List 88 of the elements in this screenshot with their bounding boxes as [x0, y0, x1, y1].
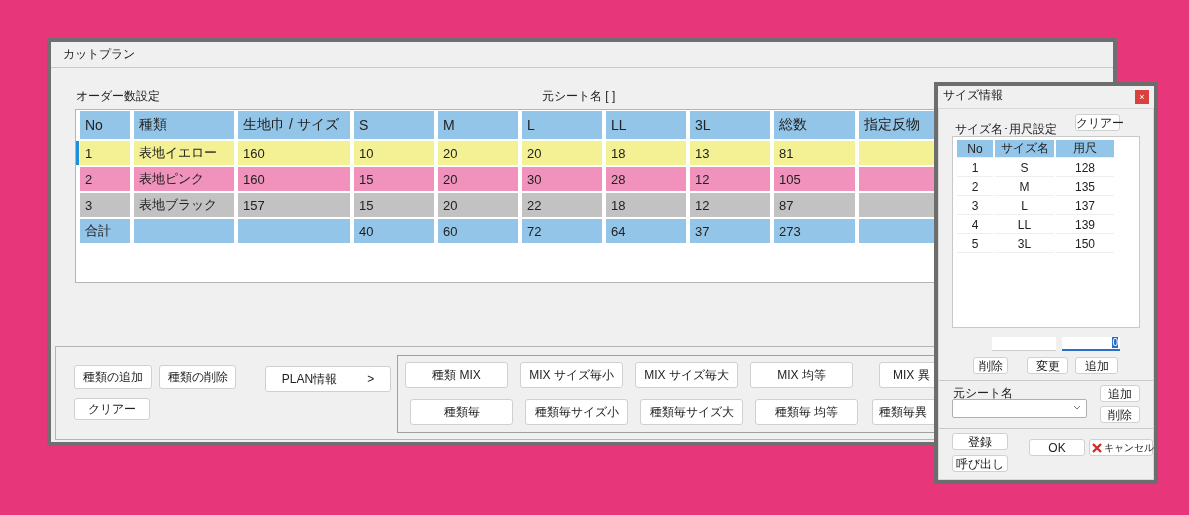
- register-button[interactable]: 登録: [952, 433, 1008, 450]
- plan-info-button[interactable]: PLAN情報 >: [265, 366, 391, 392]
- mix-button[interactable]: 種類 MIX: [405, 362, 508, 388]
- table-cell[interactable]: 20: [522, 141, 602, 165]
- table-cell[interactable]: 60: [438, 219, 518, 243]
- table-cell[interactable]: 20: [438, 167, 518, 191]
- table-cell[interactable]: 30: [522, 167, 602, 191]
- table-cell[interactable]: 150: [1056, 235, 1114, 253]
- column-header: 種類: [134, 111, 234, 139]
- table-cell[interactable]: 15: [354, 193, 434, 217]
- column-header: サイズ名: [995, 140, 1054, 158]
- length-field[interactable]: 0: [1062, 337, 1120, 351]
- column-header: 用尺: [1056, 140, 1114, 158]
- column-header: No: [957, 140, 993, 158]
- column-header: No: [80, 111, 130, 139]
- mix-button[interactable]: MIX サイズ毎小: [520, 362, 623, 388]
- edit-button[interactable]: 追加: [1075, 357, 1118, 374]
- table-cell[interactable]: 72: [522, 219, 602, 243]
- mix-button[interactable]: MIX サイズ毎大: [635, 362, 738, 388]
- table-cell[interactable]: 87: [774, 193, 855, 217]
- table-cell[interactable]: 13: [690, 141, 770, 165]
- table-cell[interactable]: 160: [238, 141, 350, 165]
- sheet-button[interactable]: 追加: [1100, 385, 1140, 402]
- table-cell[interactable]: 2: [957, 178, 993, 196]
- cancel-button[interactable]: キャンセル: [1089, 439, 1153, 456]
- sheet-button[interactable]: 削除: [1100, 406, 1140, 423]
- add-type-button[interactable]: 種類の追加: [74, 365, 152, 389]
- column-header: 生地巾 / サイズ: [238, 111, 350, 139]
- column-header: L: [522, 111, 602, 139]
- table-cell[interactable]: 表地イエロー: [134, 141, 234, 165]
- window-title: カットプラン: [63, 46, 135, 63]
- edit-button[interactable]: 削除: [973, 357, 1008, 374]
- mix-button[interactable]: 種類毎サイズ大: [640, 399, 743, 425]
- column-header: M: [438, 111, 518, 139]
- table-cell[interactable]: 139: [1056, 216, 1114, 234]
- table-cell[interactable]: 20: [438, 193, 518, 217]
- table-cell[interactable]: 128: [1056, 159, 1114, 177]
- order-count-label: オーダー数設定: [76, 87, 160, 105]
- table-cell[interactable]: 3: [80, 193, 130, 217]
- table-cell[interactable]: 12: [690, 167, 770, 191]
- table-cell[interactable]: 18: [606, 193, 686, 217]
- table-cell[interactable]: 137: [1056, 197, 1114, 215]
- table-cell[interactable]: 135: [1056, 178, 1114, 196]
- source-sheet-label: 元シート名 [ ]: [542, 87, 616, 105]
- table-cell[interactable]: 10: [354, 141, 434, 165]
- source-sheet-label: 元シート名: [953, 385, 1013, 402]
- column-header: S: [354, 111, 434, 139]
- table-cell[interactable]: 37: [690, 219, 770, 243]
- table-cell[interactable]: LL: [995, 216, 1054, 234]
- table-cell[interactable]: 2: [80, 167, 130, 191]
- column-header: 総数: [774, 111, 855, 139]
- mix-button[interactable]: MIX 均等: [750, 362, 853, 388]
- table-cell[interactable]: 表地ピンク: [134, 167, 234, 191]
- table-cell[interactable]: 64: [606, 219, 686, 243]
- ok-button[interactable]: OK: [1029, 439, 1085, 456]
- table-cell[interactable]: 160: [238, 167, 350, 191]
- table-cell[interactable]: M: [995, 178, 1054, 196]
- table-cell[interactable]: 20: [438, 141, 518, 165]
- table-cell[interactable]: 1: [957, 159, 993, 177]
- table-cell[interactable]: 4: [957, 216, 993, 234]
- table-cell[interactable]: 3L: [995, 235, 1054, 253]
- table-cell[interactable]: S: [995, 159, 1054, 177]
- table-cell[interactable]: 28: [606, 167, 686, 191]
- clear-button[interactable]: クリアー: [74, 398, 150, 420]
- mix-button[interactable]: 種類毎 均等: [755, 399, 858, 425]
- table-cell[interactable]: 5: [957, 235, 993, 253]
- close-button[interactable]: ×: [1135, 90, 1149, 104]
- mix-button[interactable]: 種類毎サイズ小: [525, 399, 628, 425]
- table-cell[interactable]: 12: [690, 193, 770, 217]
- column-header: LL: [606, 111, 686, 139]
- table-cell[interactable]: 15: [354, 167, 434, 191]
- table-cell[interactable]: 表地ブラック: [134, 193, 234, 217]
- table-cell[interactable]: 合計: [80, 219, 130, 243]
- table-cell[interactable]: L: [995, 197, 1054, 215]
- table-cell[interactable]: 18: [606, 141, 686, 165]
- load-button[interactable]: 呼び出し: [952, 455, 1008, 472]
- dialog-title: サイズ情報: [943, 86, 1003, 104]
- edit-button[interactable]: 変更: [1027, 357, 1068, 374]
- mix-button[interactable]: 種類毎: [410, 399, 513, 425]
- table-cell[interactable]: 3: [957, 197, 993, 215]
- table-cell[interactable]: 40: [354, 219, 434, 243]
- table-cell[interactable]: 273: [774, 219, 855, 243]
- table-cell[interactable]: 22: [522, 193, 602, 217]
- table-cell[interactable]: 81: [774, 141, 855, 165]
- delete-type-button[interactable]: 種類の削除: [159, 365, 236, 389]
- table-cell[interactable]: 105: [774, 167, 855, 191]
- column-header: 3L: [690, 111, 770, 139]
- table-cell[interactable]: 157: [238, 193, 350, 217]
